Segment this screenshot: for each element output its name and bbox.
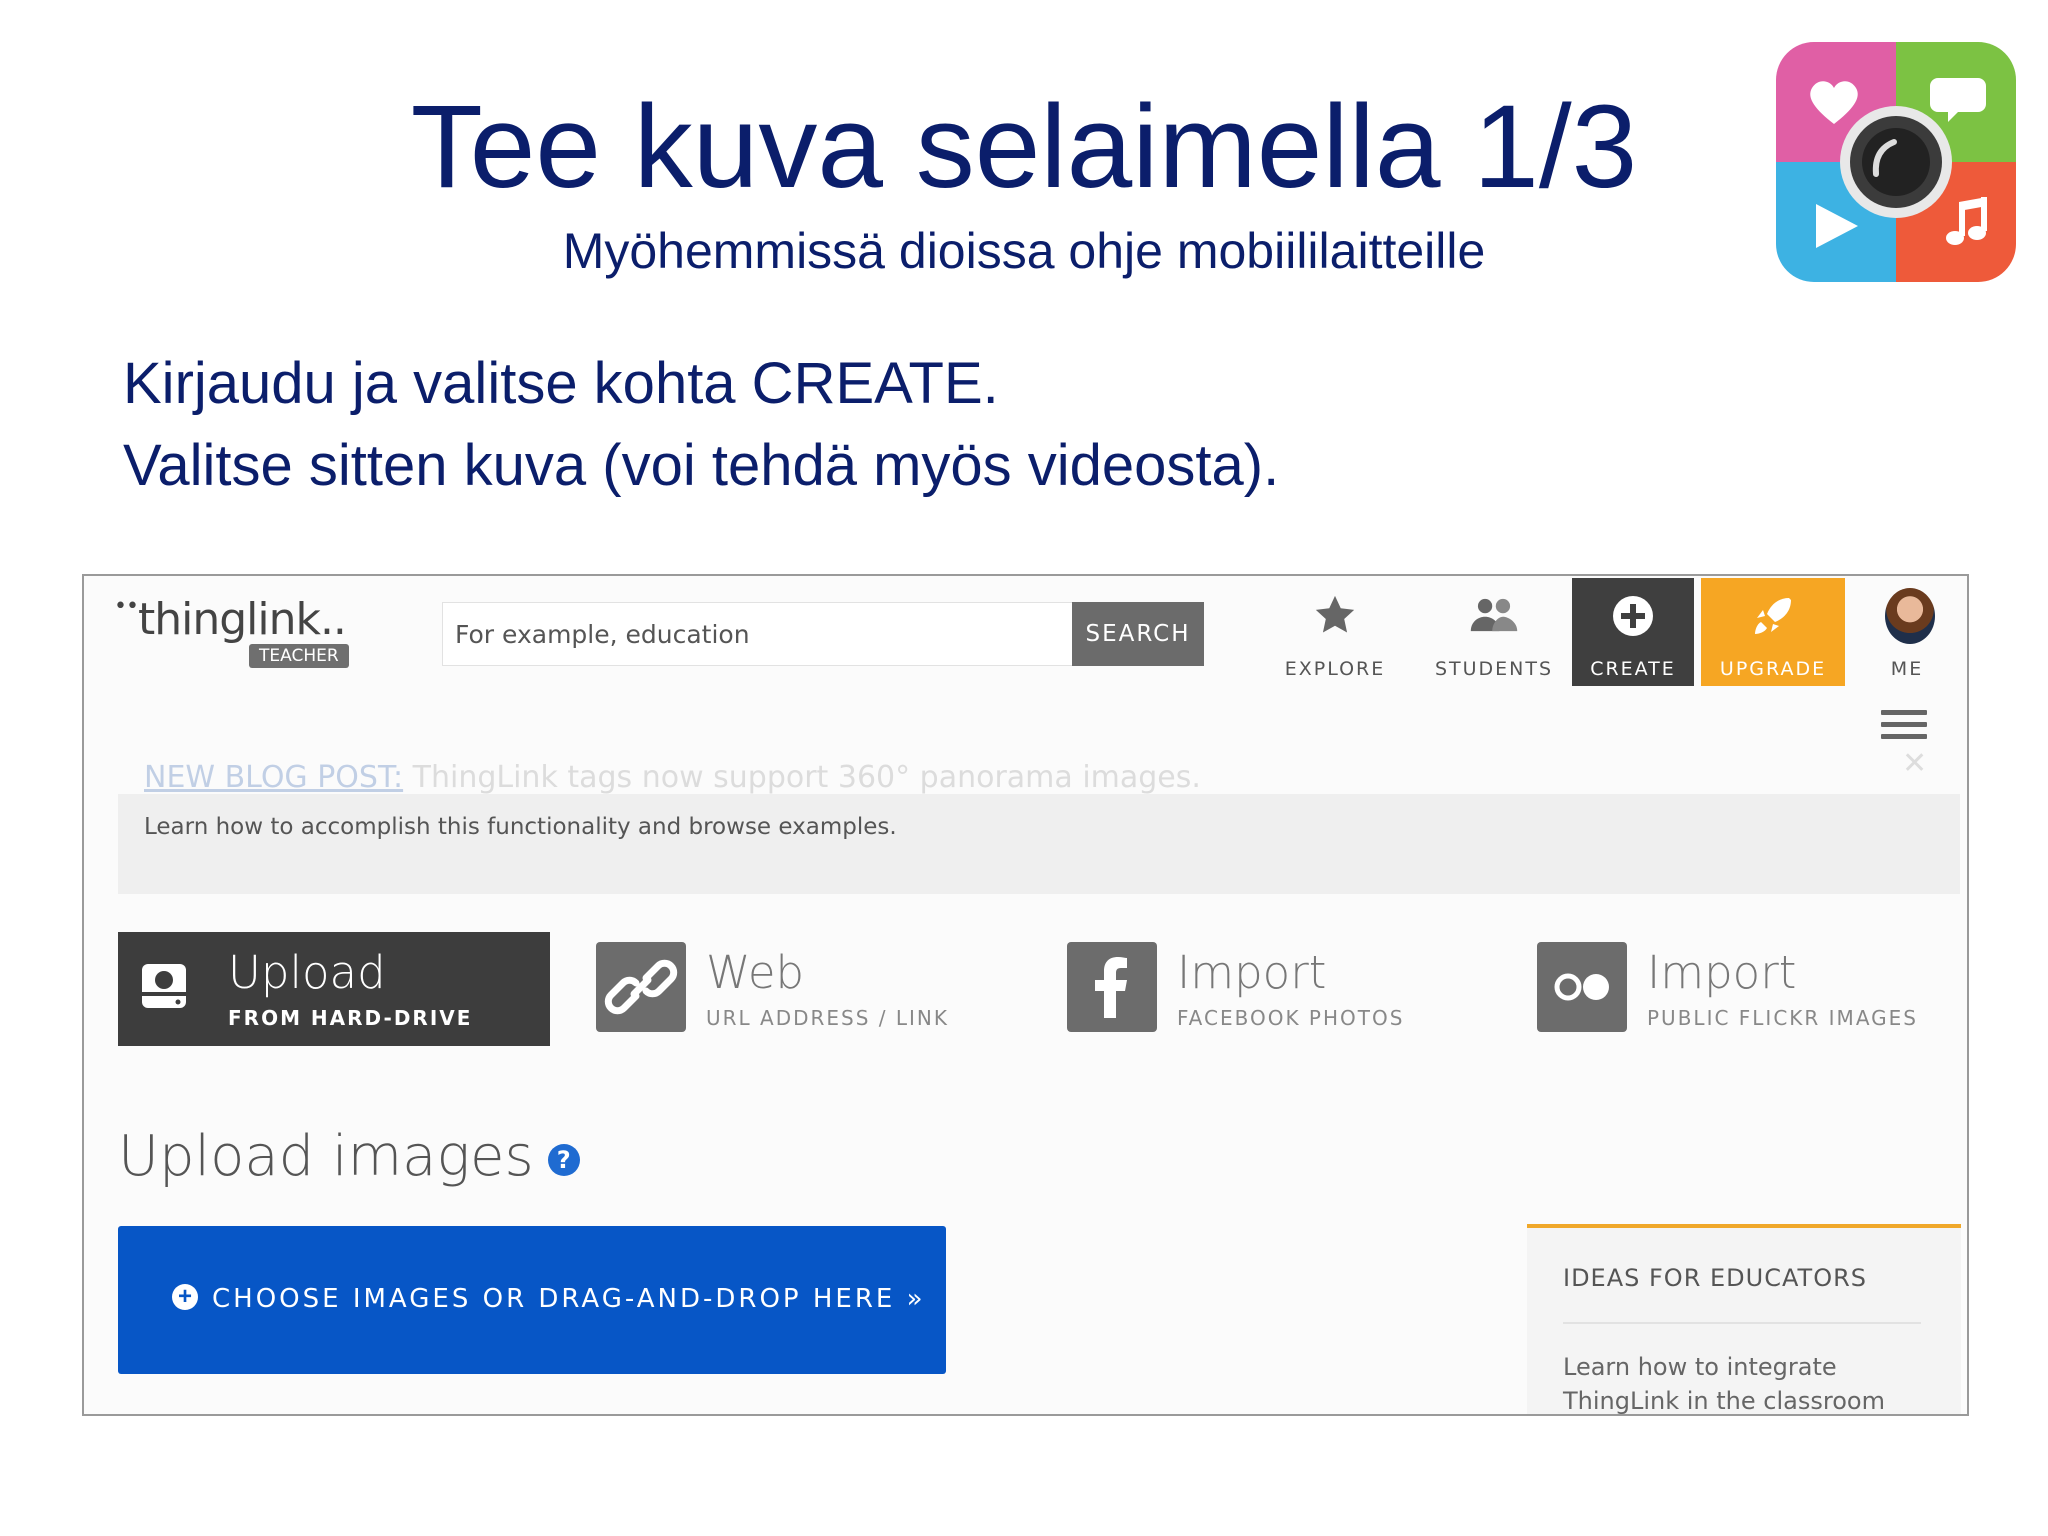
- import-flickr-button[interactable]: Import PUBLIC FLICKR IMAGES: [1537, 932, 1937, 1046]
- upload-images-heading: Upload images?: [118, 1124, 580, 1189]
- web-url-button[interactable]: Web URL ADDRESS / LINK: [596, 932, 956, 1046]
- slide-title: Tee kuva selaimella 1/3: [410, 81, 1638, 213]
- import-facebook-button[interactable]: Import FACEBOOK PHOTOS: [1067, 932, 1427, 1046]
- avatar: [1885, 588, 1935, 644]
- chat-bubble-icon: [1930, 78, 1986, 122]
- thinglink-logo[interactable]: ••thinglink..: [114, 594, 347, 645]
- search-input[interactable]: [443, 603, 1067, 665]
- nav-upgrade[interactable]: UPGRADE: [1701, 578, 1845, 686]
- plus-circle-icon: [1572, 592, 1694, 645]
- plus-icon: +: [172, 1284, 198, 1310]
- menu-icon[interactable]: [1881, 710, 1927, 746]
- play-icon: [1816, 204, 1858, 248]
- close-icon[interactable]: ✕: [1902, 746, 1927, 781]
- nav-me[interactable]: ME: [1867, 578, 1947, 686]
- help-icon[interactable]: ?: [547, 1143, 580, 1176]
- search-field: [442, 602, 1076, 666]
- nav-explore[interactable]: EXPLORE: [1279, 578, 1391, 686]
- ideas-link[interactable]: Learn how to integrate ThingLink in the …: [1563, 1350, 1923, 1414]
- info-bar: Learn how to accomplish this functionali…: [118, 794, 1960, 894]
- heart-icon: [1810, 81, 1858, 124]
- slide-subtitle: Myöhemmissä dioissa ohje mobiililaitteil…: [562, 223, 1486, 279]
- rocket-icon: [1701, 592, 1845, 645]
- upload-from-hard-drive-button[interactable]: Upload FROM HARD-DRIVE: [118, 932, 550, 1046]
- teacher-badge: TEACHER: [249, 644, 349, 668]
- flickr-icon: [1537, 942, 1627, 1032]
- ideas-title: IDEAS FOR EDUCATORS: [1563, 1264, 1867, 1292]
- thinglink-app-icon: [1776, 42, 2016, 282]
- nav-students[interactable]: STUDENTS: [1424, 578, 1564, 686]
- facebook-icon: [1067, 942, 1157, 1032]
- info-text: Learn how to accomplish this functionali…: [144, 814, 897, 840]
- instruction-line-2: Valitse sitten kuva (voi tehdä myös vide…: [123, 433, 1280, 498]
- users-icon: [1424, 592, 1564, 643]
- blog-link[interactable]: NEW BLOG POST:: [144, 760, 403, 795]
- blog-banner: NEW BLOG POST: ThingLink tags now suppor…: [144, 760, 1201, 795]
- nav-create[interactable]: CREATE: [1572, 578, 1694, 686]
- search-button[interactable]: SEARCH: [1072, 602, 1204, 666]
- star-icon: [1279, 592, 1391, 643]
- music-note-icon: [1946, 197, 1987, 245]
- camera-icon: [1840, 106, 1952, 218]
- hard-drive-icon: [118, 942, 208, 1032]
- instruction-line-1: Kirjaudu ja valitse kohta CREATE.: [123, 351, 999, 416]
- choose-images-button[interactable]: + CHOOSE IMAGES OR DRAG-AND-DROP HERE »: [118, 1226, 946, 1374]
- ideas-for-educators-panel: IDEAS FOR EDUCATORS Learn how to integra…: [1527, 1224, 1961, 1414]
- thinglink-screenshot: ••thinglink.. TEACHER SEARCH EXPLORE STU…: [82, 574, 1969, 1416]
- link-icon: [596, 942, 686, 1032]
